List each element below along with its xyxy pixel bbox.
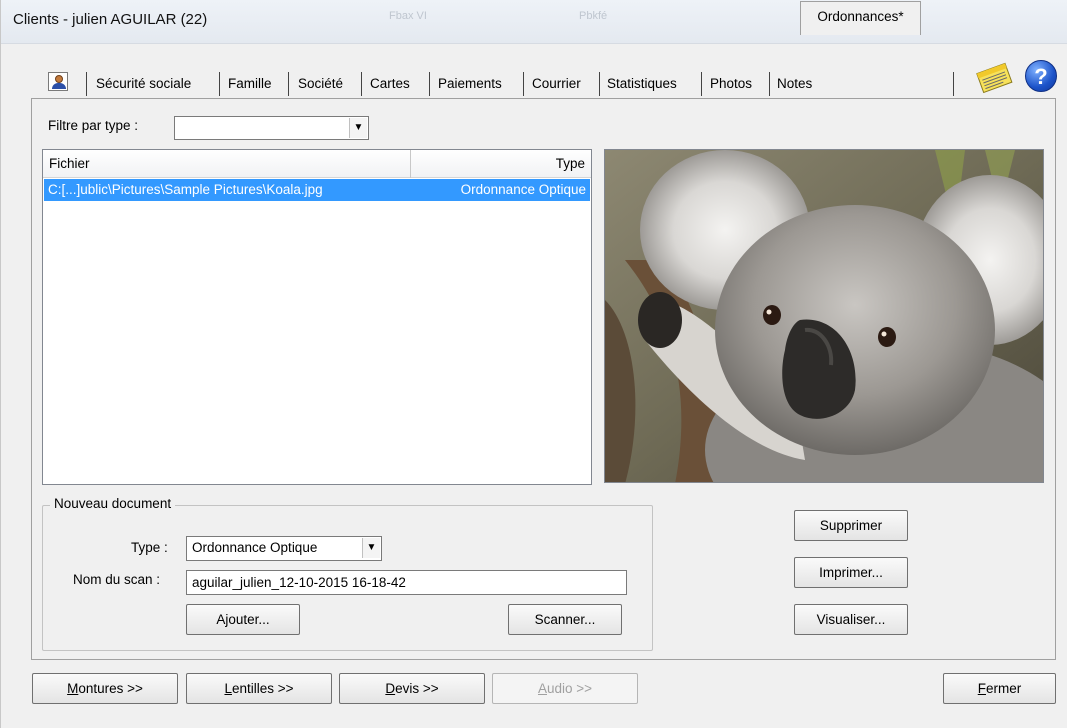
scan-name-value: aguilar_julien_12-10-2015 16-18-42 [192,575,406,590]
add-button[interactable]: Ajouter... [186,604,300,635]
quote-button[interactable]: Devis >> [339,673,485,704]
audio-button[interactable]: Audio >> [492,673,638,704]
tab-courrier[interactable]: Courrier [529,72,584,98]
close-accelerator: F [977,681,986,696]
quote-label: evis >> [395,681,439,696]
column-divider[interactable] [410,150,411,178]
lenses-accelerator: L [224,681,232,696]
document-list[interactable]: Fichier Type C:[...]ublic\Pictures\Sampl… [42,149,592,485]
tab-ordonnances[interactable]: Ordonnances* [800,1,921,35]
tab-separator [361,72,362,96]
tab-statistiques[interactable]: Statistiques [604,72,680,98]
filter-label: Filtre par type : [48,118,139,133]
row-file: C:[...]ublic\Pictures\Sample Pictures\Ko… [48,182,323,197]
quote-accelerator: D [385,681,396,696]
tab-paiements[interactable]: Paiements [435,72,505,98]
contact-card-icon[interactable] [48,72,68,91]
tab-photos[interactable]: Photos [707,72,755,98]
tab-securite-sociale[interactable]: Sécurité sociale [93,72,194,98]
audio-label: udio >> [546,681,593,696]
tab-societe[interactable]: Société [295,72,346,98]
frames-button[interactable]: Montures >> [32,673,178,704]
close-button[interactable]: Fermer [943,673,1056,704]
document-preview-image [604,149,1044,483]
row-type: Ordonnance Optique [460,182,586,197]
help-icon[interactable]: ? [1025,60,1057,92]
tab-cartes[interactable]: Cartes [367,72,413,98]
frames-label: ontures >> [78,681,143,696]
list-header: Fichier Type [43,150,591,178]
window-title: Clients - julien AGUILAR (22) [13,11,208,28]
frames-accelerator: M [67,681,79,696]
tab-separator [219,72,220,96]
chevron-down-icon[interactable]: ▼ [362,538,380,558]
document-type-value: Ordonnance Optique [192,540,318,555]
tab-separator [86,72,87,96]
new-document-title: Nouveau document [50,496,176,511]
audio-accelerator: A [537,681,547,696]
client-window: Clients - julien AGUILAR (22) Fbax VI Pb… [0,0,1067,728]
tab-separator [523,72,524,96]
column-header-fichier[interactable]: Fichier [49,156,90,171]
filter-type-select[interactable]: ▼ [174,116,369,140]
table-row[interactable]: C:[...]ublic\Pictures\Sample Pictures\Ko… [44,179,590,201]
document-type-select[interactable]: Ordonnance Optique ▼ [186,536,382,561]
print-button[interactable]: Imprimer... [794,557,908,588]
tab-separator [599,72,600,96]
delete-button[interactable]: Supprimer [794,510,908,541]
tab-notes[interactable]: Notes [774,72,815,98]
title-ghost-text: Fbax VI [389,10,427,22]
tab-separator [429,72,430,96]
lenses-label: entilles >> [231,681,294,696]
tab-separator [701,72,702,96]
title-ghost-text: Pbkfé [579,10,608,22]
type-label: Type : [131,540,168,555]
chevron-down-icon[interactable]: ▼ [349,118,367,138]
close-label: ermer [985,681,1022,696]
view-button[interactable]: Visualiser... [794,604,908,635]
scan-name-input[interactable]: aguilar_julien_12-10-2015 16-18-42 [186,570,627,595]
tab-separator [769,72,770,96]
tab-separator [288,72,289,96]
scanner-button[interactable]: Scanner... [508,604,622,635]
column-header-type[interactable]: Type [556,156,585,171]
tab-famille[interactable]: Famille [225,72,275,98]
scan-name-label: Nom du scan : [73,572,161,587]
lenses-button[interactable]: Lentilles >> [186,673,332,704]
sticky-notes-icon[interactable] [973,58,1015,96]
koala-photo [605,150,1043,482]
tab-separator [953,72,954,96]
